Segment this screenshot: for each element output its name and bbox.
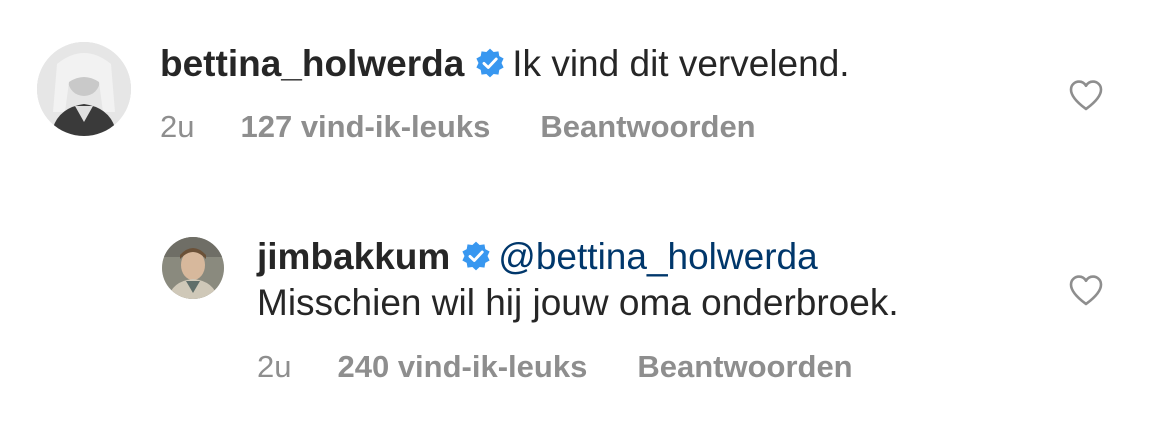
comment-text: Misschien wil hij jouw oma onderbroek. <box>257 282 899 323</box>
likes-count[interactable]: 240 vind-ik-leuks <box>337 349 587 385</box>
heart-outline-icon[interactable] <box>1068 274 1104 306</box>
comment-header: jimbakkum @bettina_holwerda <box>257 235 818 279</box>
username[interactable]: bettina_holwerda <box>160 43 464 84</box>
comment: bettina_holwerda Ik vind dit vervelend. 2… <box>0 0 1170 170</box>
timestamp: 2u <box>160 109 195 144</box>
comment-header: bettina_holwerda Ik vind dit vervelend. <box>160 42 850 86</box>
verified-badge-icon <box>474 47 506 79</box>
comment-meta: 2u 127 vind-ik-leuks Beantwoorden <box>160 109 756 145</box>
comment-reply: jimbakkum @bettina_holwerda Misschien wil… <box>0 215 1170 415</box>
likes-count[interactable]: 127 vind-ik-leuks <box>240 109 490 145</box>
verified-badge-icon <box>460 240 492 272</box>
comment-text-line: Misschien wil hij jouw oma onderbroek. <box>257 281 899 325</box>
avatar[interactable] <box>37 42 131 136</box>
reply-button[interactable]: Beantwoorden <box>637 349 852 385</box>
timestamp: 2u <box>257 349 292 384</box>
comment-text: Ik vind dit vervelend. <box>512 43 850 84</box>
heart-outline-icon[interactable] <box>1068 79 1104 111</box>
username[interactable]: jimbakkum <box>257 236 450 277</box>
mention-link[interactable]: @bettina_holwerda <box>498 236 817 277</box>
comment-meta: 2u 240 vind-ik-leuks Beantwoorden <box>257 349 853 385</box>
reply-button[interactable]: Beantwoorden <box>540 109 755 145</box>
avatar[interactable] <box>162 237 224 299</box>
